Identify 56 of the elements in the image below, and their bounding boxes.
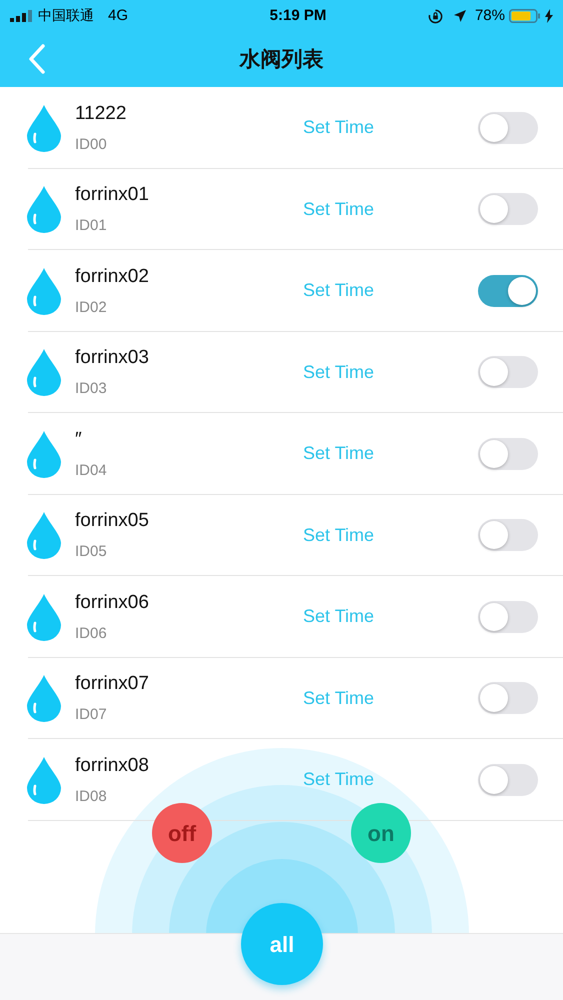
toggle-switch[interactable]	[478, 438, 538, 470]
valve-id: ID02	[75, 298, 108, 317]
toggle-switch[interactable]	[478, 356, 538, 388]
valve-id: ID06	[75, 624, 108, 643]
rotation-lock-icon	[428, 8, 443, 24]
water-drop-icon	[26, 104, 62, 152]
set-time-button[interactable]: Set Time	[303, 522, 374, 549]
valve-id: ID04	[75, 462, 108, 480]
back-chevron-icon	[29, 44, 45, 74]
battery-text: 78%	[474, 6, 505, 26]
toggle-switch[interactable]	[478, 764, 538, 796]
valve-name: 11222	[75, 102, 128, 126]
valve-name: forrinx06	[75, 590, 150, 615]
water-drop-icon	[26, 185, 62, 234]
page-title: 水阀列表	[240, 46, 324, 73]
carrier-text: 中国联通	[38, 6, 94, 26]
set-time-button[interactable]: Set Time	[303, 114, 374, 142]
set-time-button[interactable]: Set Time	[303, 440, 374, 468]
valve-name: forrinx07	[75, 672, 150, 696]
valve-id: ID05	[75, 543, 108, 562]
valve-id: ID01	[75, 217, 108, 236]
water-drop-icon	[26, 348, 62, 396]
set-time-button[interactable]: Set Time	[303, 684, 374, 712]
network-text: 4G	[108, 6, 128, 26]
valve-name: ″	[75, 428, 83, 452]
set-time-button[interactable]: Set Time	[303, 358, 374, 386]
valve-id: ID03	[75, 380, 108, 398]
set-time-button[interactable]: Set Time	[303, 196, 374, 223]
valve-name: forrinx03	[75, 346, 150, 370]
charging-icon	[545, 9, 553, 23]
battery-icon	[509, 9, 541, 23]
location-arrow-icon	[452, 9, 467, 23]
water-drop-icon	[26, 511, 62, 560]
valve-name: forrinx02	[75, 264, 150, 289]
toggle-switch[interactable]	[478, 193, 538, 226]
valve-name: forrinx05	[75, 509, 150, 534]
toggle-switch[interactable]	[478, 112, 538, 144]
set-time-button[interactable]: Set Time	[303, 603, 374, 630]
toggle-switch[interactable]	[478, 274, 538, 307]
set-time-button[interactable]: Set Time	[303, 766, 374, 794]
valve-name: forrinx08	[75, 754, 150, 778]
set-time-button[interactable]: Set Time	[303, 277, 374, 304]
valve-id: ID08	[75, 788, 108, 806]
water-drop-icon	[26, 430, 62, 478]
water-drop-icon	[26, 674, 62, 722]
signal-icon	[10, 10, 34, 22]
toggle-switch[interactable]	[478, 600, 538, 633]
clock-text: 5:19 PM	[270, 6, 326, 26]
water-drop-icon	[26, 592, 62, 641]
toggle-switch[interactable]	[478, 682, 538, 714]
valve-name: forrinx01	[75, 183, 150, 208]
water-drop-icon	[26, 756, 62, 804]
water-drop-icon	[26, 266, 62, 315]
toggle-switch[interactable]	[478, 519, 538, 552]
valve-id: ID07	[75, 706, 108, 724]
valve-id: ID00	[75, 136, 108, 154]
